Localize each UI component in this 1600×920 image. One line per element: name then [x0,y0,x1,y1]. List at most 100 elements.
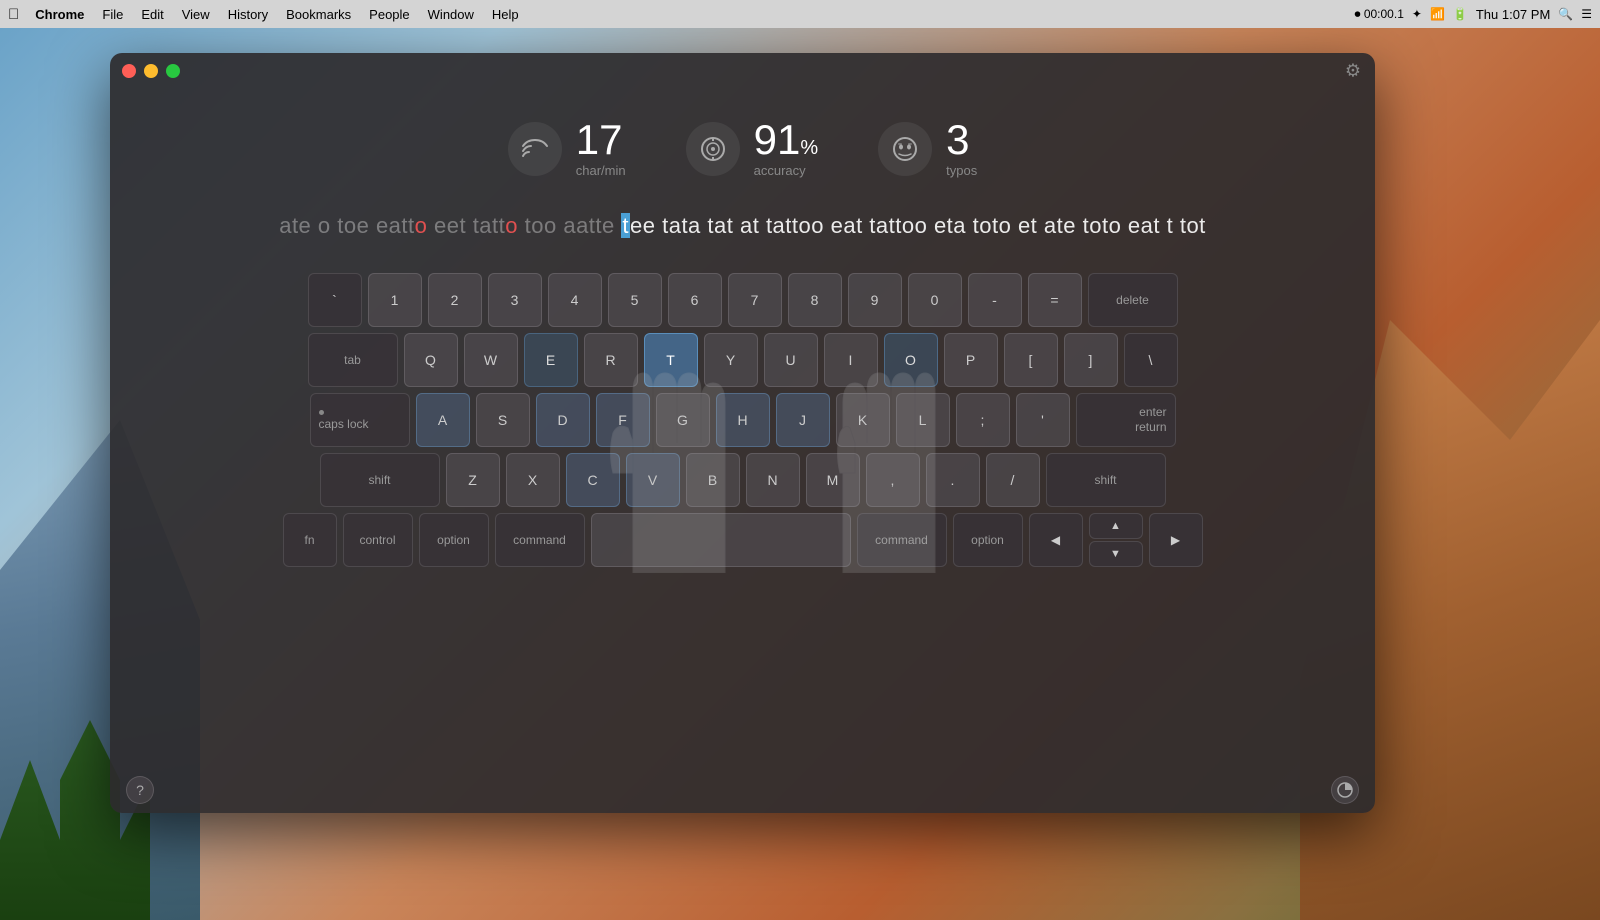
key-g[interactable]: G [656,393,710,447]
menu-chrome[interactable]: Chrome [27,5,92,24]
menu-window[interactable]: Window [420,5,482,24]
typed-text-done: ate o toe eatt [279,213,414,238]
key-minus[interactable]: - [968,273,1022,327]
key-shift-right[interactable]: shift [1046,453,1166,507]
speed-value: 17 [576,119,626,161]
key-q[interactable]: Q [404,333,458,387]
help-button[interactable]: ? [126,776,154,804]
key-4[interactable]: 4 [548,273,602,327]
key-j[interactable]: J [776,393,830,447]
wifi-icon: 📶 [1430,7,1445,21]
key-equals[interactable]: = [1028,273,1082,327]
key-s[interactable]: S [476,393,530,447]
key-arrow-up[interactable]: ▲ [1089,513,1143,539]
key-9[interactable]: 9 [848,273,902,327]
maximize-button[interactable] [166,64,180,78]
key-semicolon[interactable]: ; [956,393,1010,447]
key-slash[interactable]: / [986,453,1040,507]
key-space[interactable] [591,513,851,567]
key-h[interactable]: H [716,393,770,447]
stat-typos-text: 3 typos [946,119,977,178]
key-command-left[interactable]: command [495,513,585,567]
key-arrow-left[interactable]: ◀ [1029,513,1083,567]
typed-text-done3: too aatte [518,213,621,238]
key-5[interactable]: 5 [608,273,662,327]
key-bracket-left[interactable]: [ [1004,333,1058,387]
typed-text-error2: o [505,213,518,238]
window-titlebar: ⚙ [110,53,1375,89]
key-6[interactable]: 6 [668,273,722,327]
menu-file[interactable]: File [94,5,131,24]
key-2[interactable]: 2 [428,273,482,327]
key-v[interactable]: V [626,453,680,507]
menu-bookmarks[interactable]: Bookmarks [278,5,359,24]
key-control[interactable]: control [343,513,413,567]
key-x[interactable]: X [506,453,560,507]
key-1[interactable]: 1 [368,273,422,327]
key-arrow-right[interactable]: ▶ [1149,513,1203,567]
accuracy-icon [686,122,740,176]
key-shift-left[interactable]: shift [320,453,440,507]
apple-logo[interactable]:  [8,6,19,23]
keyboard-row-zxcv: shift Z X C V B N M , . / shift [170,453,1315,507]
key-e[interactable]: E [524,333,578,387]
gear-icon[interactable]: ⚙ [1345,61,1361,82]
key-arrow-down[interactable]: ▼ [1089,541,1143,567]
typed-text-done2: eet tatt [427,213,505,238]
key-n[interactable]: N [746,453,800,507]
key-f[interactable]: F [596,393,650,447]
key-comma[interactable]: , [866,453,920,507]
menu-view[interactable]: View [174,5,218,24]
key-command-right[interactable]: command [857,513,947,567]
key-b[interactable]: B [686,453,740,507]
key-backtick[interactable]: ` [308,273,362,327]
key-enter[interactable]: enter return [1076,393,1176,447]
keyboard-row-qwerty: tab Q W E R T Y U I O P [ ] \ [170,333,1315,387]
key-t[interactable]: T [644,333,698,387]
key-p[interactable]: P [944,333,998,387]
speed-icon [508,122,562,176]
key-3[interactable]: 3 [488,273,542,327]
keyboard-row-bottom: fn control option command command option… [170,513,1315,567]
key-d[interactable]: D [536,393,590,447]
menu-edit[interactable]: Edit [133,5,171,24]
key-backslash[interactable]: \ [1124,333,1178,387]
search-icon[interactable]: 🔍 [1558,7,1573,21]
progress-button[interactable] [1331,776,1359,804]
key-m[interactable]: M [806,453,860,507]
menu-history[interactable]: History [220,5,276,24]
menu-people[interactable]: People [361,5,417,24]
minimize-button[interactable] [144,64,158,78]
key-bracket-right[interactable]: ] [1064,333,1118,387]
key-a[interactable]: A [416,393,470,447]
key-y[interactable]: Y [704,333,758,387]
key-c[interactable]: C [566,453,620,507]
key-7[interactable]: 7 [728,273,782,327]
key-tab[interactable]: tab [308,333,398,387]
cursor-position: t [621,213,630,238]
key-delete[interactable]: delete [1088,273,1178,327]
menu-help[interactable]: Help [484,5,527,24]
key-o[interactable]: O [884,333,938,387]
key-w[interactable]: W [464,333,518,387]
key-quote[interactable]: ' [1016,393,1070,447]
stat-accuracy: 91% accuracy [686,119,819,178]
key-fn[interactable]: fn [283,513,337,567]
close-button[interactable] [122,64,136,78]
key-k[interactable]: K [836,393,890,447]
text-remaining: ee tata tat at tattoo eat tattoo eta tot… [630,213,1206,238]
typing-area: ate o toe eatto eet tatto too aatte tee … [110,198,1375,263]
list-icon[interactable]: ☰ [1581,7,1592,21]
key-capslock[interactable]: caps lock [310,393,410,447]
key-u[interactable]: U [764,333,818,387]
key-8[interactable]: 8 [788,273,842,327]
key-l[interactable]: L [896,393,950,447]
key-r[interactable]: R [584,333,638,387]
key-z[interactable]: Z [446,453,500,507]
key-option-right[interactable]: option [953,513,1023,567]
key-option-left[interactable]: option [419,513,489,567]
window-controls [122,64,180,78]
key-i[interactable]: I [824,333,878,387]
key-0[interactable]: 0 [908,273,962,327]
key-period[interactable]: . [926,453,980,507]
